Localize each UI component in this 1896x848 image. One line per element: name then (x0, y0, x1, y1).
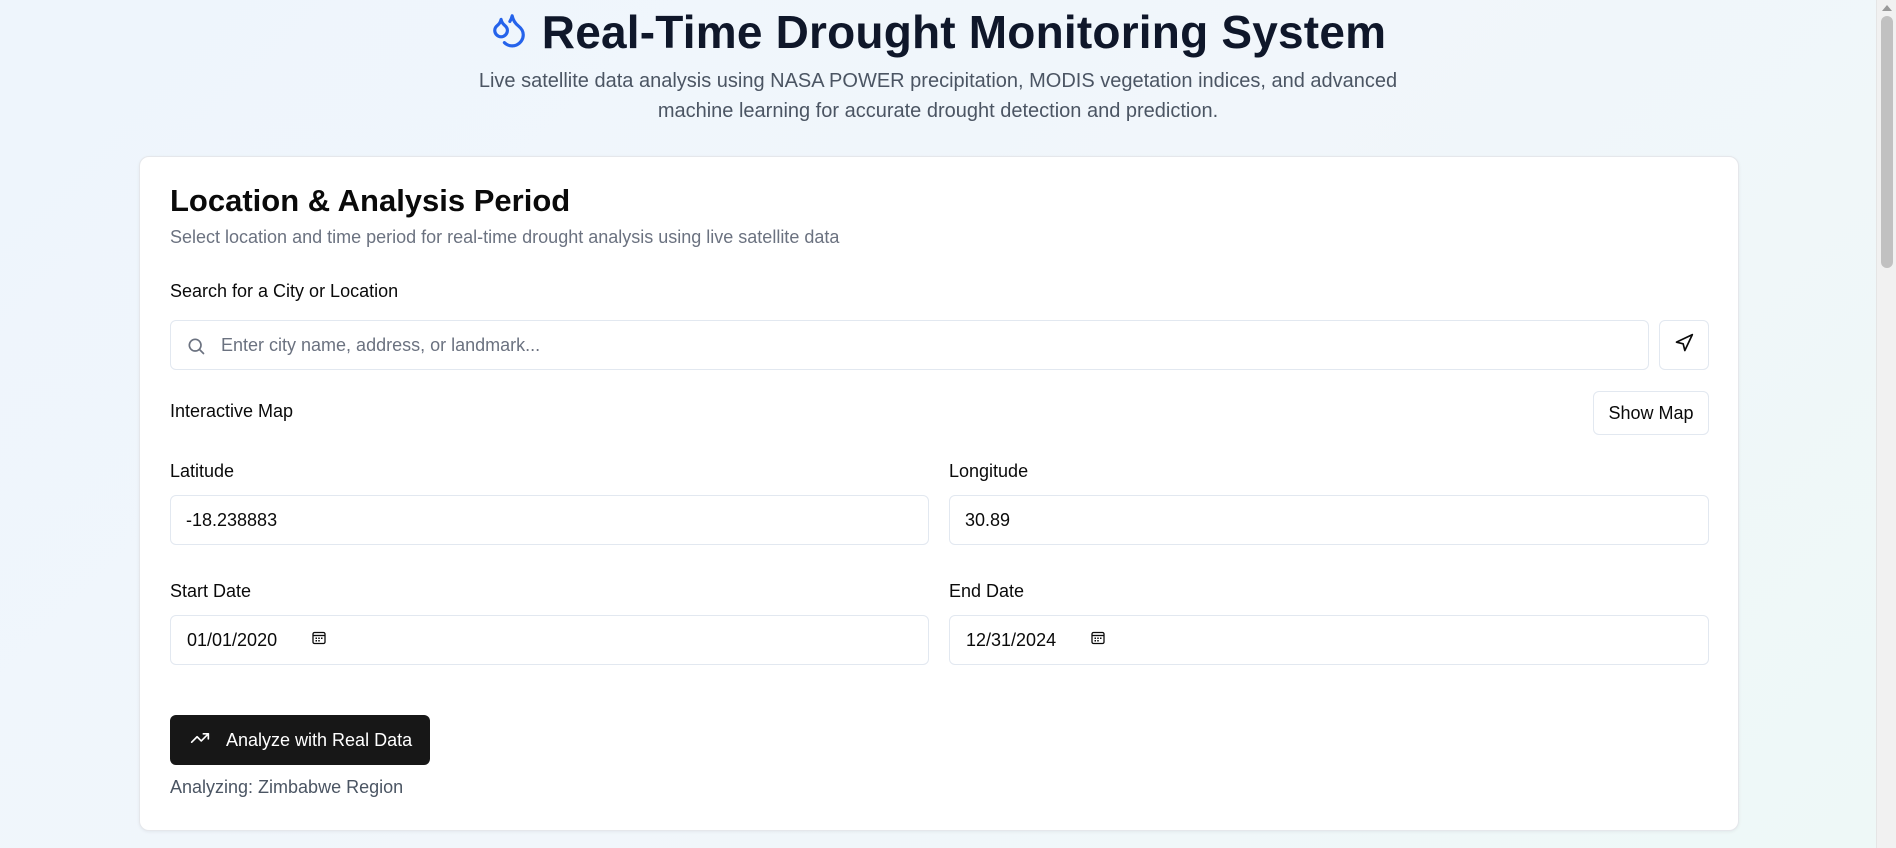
show-map-button[interactable]: Show Map (1593, 391, 1709, 435)
trending-up-icon (190, 728, 210, 753)
scrollbar-thumb[interactable] (1881, 16, 1893, 268)
end-date-input[interactable]: 12/31/2024 (949, 615, 1709, 665)
use-current-location-button[interactable] (1659, 320, 1709, 370)
analyze-button-label: Analyze with Real Data (226, 729, 413, 750)
search-placeholder: Enter city name, address, or landmark... (221, 334, 541, 355)
start-date-value: 01/01/2020 (187, 629, 278, 650)
interactive-map-label: Interactive Map (170, 401, 294, 421)
location-analysis-card: Location & Analysis Period Select locati… (139, 156, 1739, 831)
longitude-value: 30.89 (965, 509, 1011, 530)
page-title: Real-Time Drought Monitoring System (541, 6, 1387, 58)
end-date-value: 12/31/2024 (966, 629, 1057, 650)
start-date-input[interactable]: 01/01/2020 (170, 615, 929, 665)
start-date-label: Start Date (170, 581, 252, 601)
search-input[interactable]: Enter city name, address, or landmark... (170, 320, 1649, 370)
card-title: Location & Analysis Period (170, 183, 571, 218)
search-label: Search for a City or Location (170, 281, 399, 301)
analyze-button[interactable]: Analyze with Real Data (170, 715, 430, 765)
navigation-icon (1674, 333, 1694, 358)
card-description: Select location and time period for real… (170, 227, 840, 247)
page-scrollbar[interactable] (1876, 0, 1896, 848)
title-row: Real-Time Drought Monitoring System (0, 4, 1876, 60)
end-date-label: End Date (949, 581, 1025, 601)
droplets-icon (490, 11, 528, 54)
calendar-icon[interactable] (277, 630, 327, 651)
longitude-label: Longitude (949, 461, 1029, 481)
scroll-up-arrow-icon[interactable] (1882, 5, 1892, 11)
page-subtitle: Live satellite data analysis using NASA … (478, 70, 1398, 122)
latitude-input[interactable]: -18.238883 (170, 495, 929, 545)
calendar-icon[interactable] (1056, 630, 1106, 651)
longitude-input[interactable]: 30.89 (949, 495, 1709, 545)
latitude-value: -18.238883 (186, 509, 278, 530)
analyzing-status: Analyzing: Zimbabwe Region (170, 777, 404, 797)
latitude-label: Latitude (170, 461, 235, 481)
